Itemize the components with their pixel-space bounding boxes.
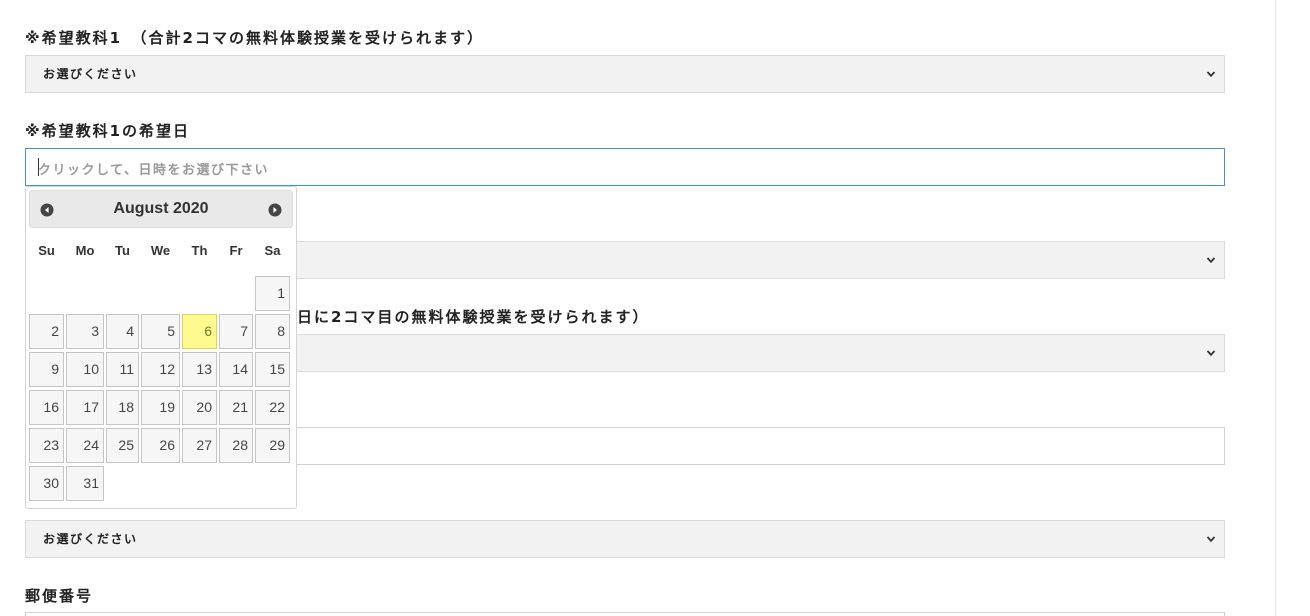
calendar-day-3[interactable]: 3 [66, 314, 104, 349]
chevron-down-icon [1206, 71, 1216, 78]
calendar-day-11[interactable]: 11 [106, 352, 139, 387]
weekday-su: Su [38, 243, 55, 258]
calendar-day-16[interactable]: 16 [29, 390, 64, 425]
calendar-day-26[interactable]: 26 [141, 428, 180, 463]
chevron-down-icon [1206, 350, 1216, 357]
calendar-day-1[interactable]: 1 [255, 276, 290, 311]
date1-placeholder: クリックして、日時をお選び下さい [38, 163, 269, 178]
calendar-day-2[interactable]: 2 [29, 314, 64, 349]
calendar-day-9[interactable]: 9 [29, 352, 64, 387]
postal-label: 郵便番号 [25, 587, 94, 605]
time2-select[interactable]: お選びください [25, 520, 1225, 558]
calendar-day-4[interactable]: 4 [106, 314, 139, 349]
calendar-day-10[interactable]: 10 [66, 352, 104, 387]
calendar-day-12[interactable]: 12 [141, 352, 180, 387]
calendar-day-23[interactable]: 23 [29, 428, 64, 463]
calendar-day-20[interactable]: 20 [182, 390, 217, 425]
weekday-fr: Fr [229, 243, 243, 258]
calendar-day-18[interactable]: 18 [106, 390, 139, 425]
calendar-day-6[interactable]: 6 [182, 314, 217, 349]
datepicker: August 2020 Su Mo Tu We Th Fr Sa 1 2 3 4 5 6 7 8 9 10 11… [25, 186, 297, 509]
subject1-select-value: お選びください [43, 67, 138, 81]
weekday-th: Th [191, 243, 208, 258]
datepicker-weekdays: Su Mo Tu We Th Fr Sa [29, 243, 293, 263]
chevron-down-icon [1206, 536, 1216, 543]
calendar-day-21[interactable]: 21 [219, 390, 253, 425]
calendar-day-28[interactable]: 28 [219, 428, 253, 463]
calendar-day-8[interactable]: 8 [255, 314, 290, 349]
calendar-day-25[interactable]: 25 [106, 428, 139, 463]
calendar-day-29[interactable]: 29 [255, 428, 290, 463]
datepicker-title: August 2020 [113, 200, 209, 217]
time2-select-value: お選びください [43, 532, 138, 546]
weekday-tu: Tu [115, 243, 130, 258]
calendar-day-14[interactable]: 14 [219, 352, 253, 387]
calendar-day-5[interactable]: 5 [141, 314, 180, 349]
form-page: ※希望教科1 （合計2コマの無料体験授業を受けられます） お選びください ※希望… [0, 0, 1310, 616]
subject2-label: 日に2コマ目の無料体験授業を受けられます） [297, 308, 650, 326]
calendar-day-27[interactable]: 27 [182, 428, 217, 463]
circle-triangle-right-icon[interactable] [268, 203, 282, 217]
right-divider [1275, 0, 1276, 616]
date1-label: ※希望教科1の希望日 [25, 122, 191, 140]
calendar-day-31[interactable]: 31 [66, 466, 104, 501]
weekday-sa: Sa [264, 243, 281, 258]
calendar-day-24[interactable]: 24 [66, 428, 104, 463]
subject1-label: ※希望教科1 （合計2コマの無料体験授業を受けられます） [25, 29, 484, 47]
calendar-day-15[interactable]: 15 [255, 352, 290, 387]
calendar-day-22[interactable]: 22 [255, 390, 290, 425]
postal-input[interactable] [25, 612, 1225, 616]
text-caret [38, 158, 39, 176]
weekday-mo: Mo [75, 243, 95, 258]
date1-input[interactable]: クリックして、日時をお選び下さい [25, 148, 1225, 186]
calendar-day-30[interactable]: 30 [29, 466, 64, 501]
calendar-day-17[interactable]: 17 [66, 390, 104, 425]
calendar-day-19[interactable]: 19 [141, 390, 180, 425]
calendar-day-7[interactable]: 7 [219, 314, 253, 349]
chevron-down-icon [1206, 257, 1216, 264]
weekday-we: We [150, 243, 171, 258]
calendar-day-13[interactable]: 13 [182, 352, 217, 387]
datepicker-header: August 2020 [29, 190, 293, 228]
subject1-select[interactable]: お選びください [25, 55, 1225, 93]
